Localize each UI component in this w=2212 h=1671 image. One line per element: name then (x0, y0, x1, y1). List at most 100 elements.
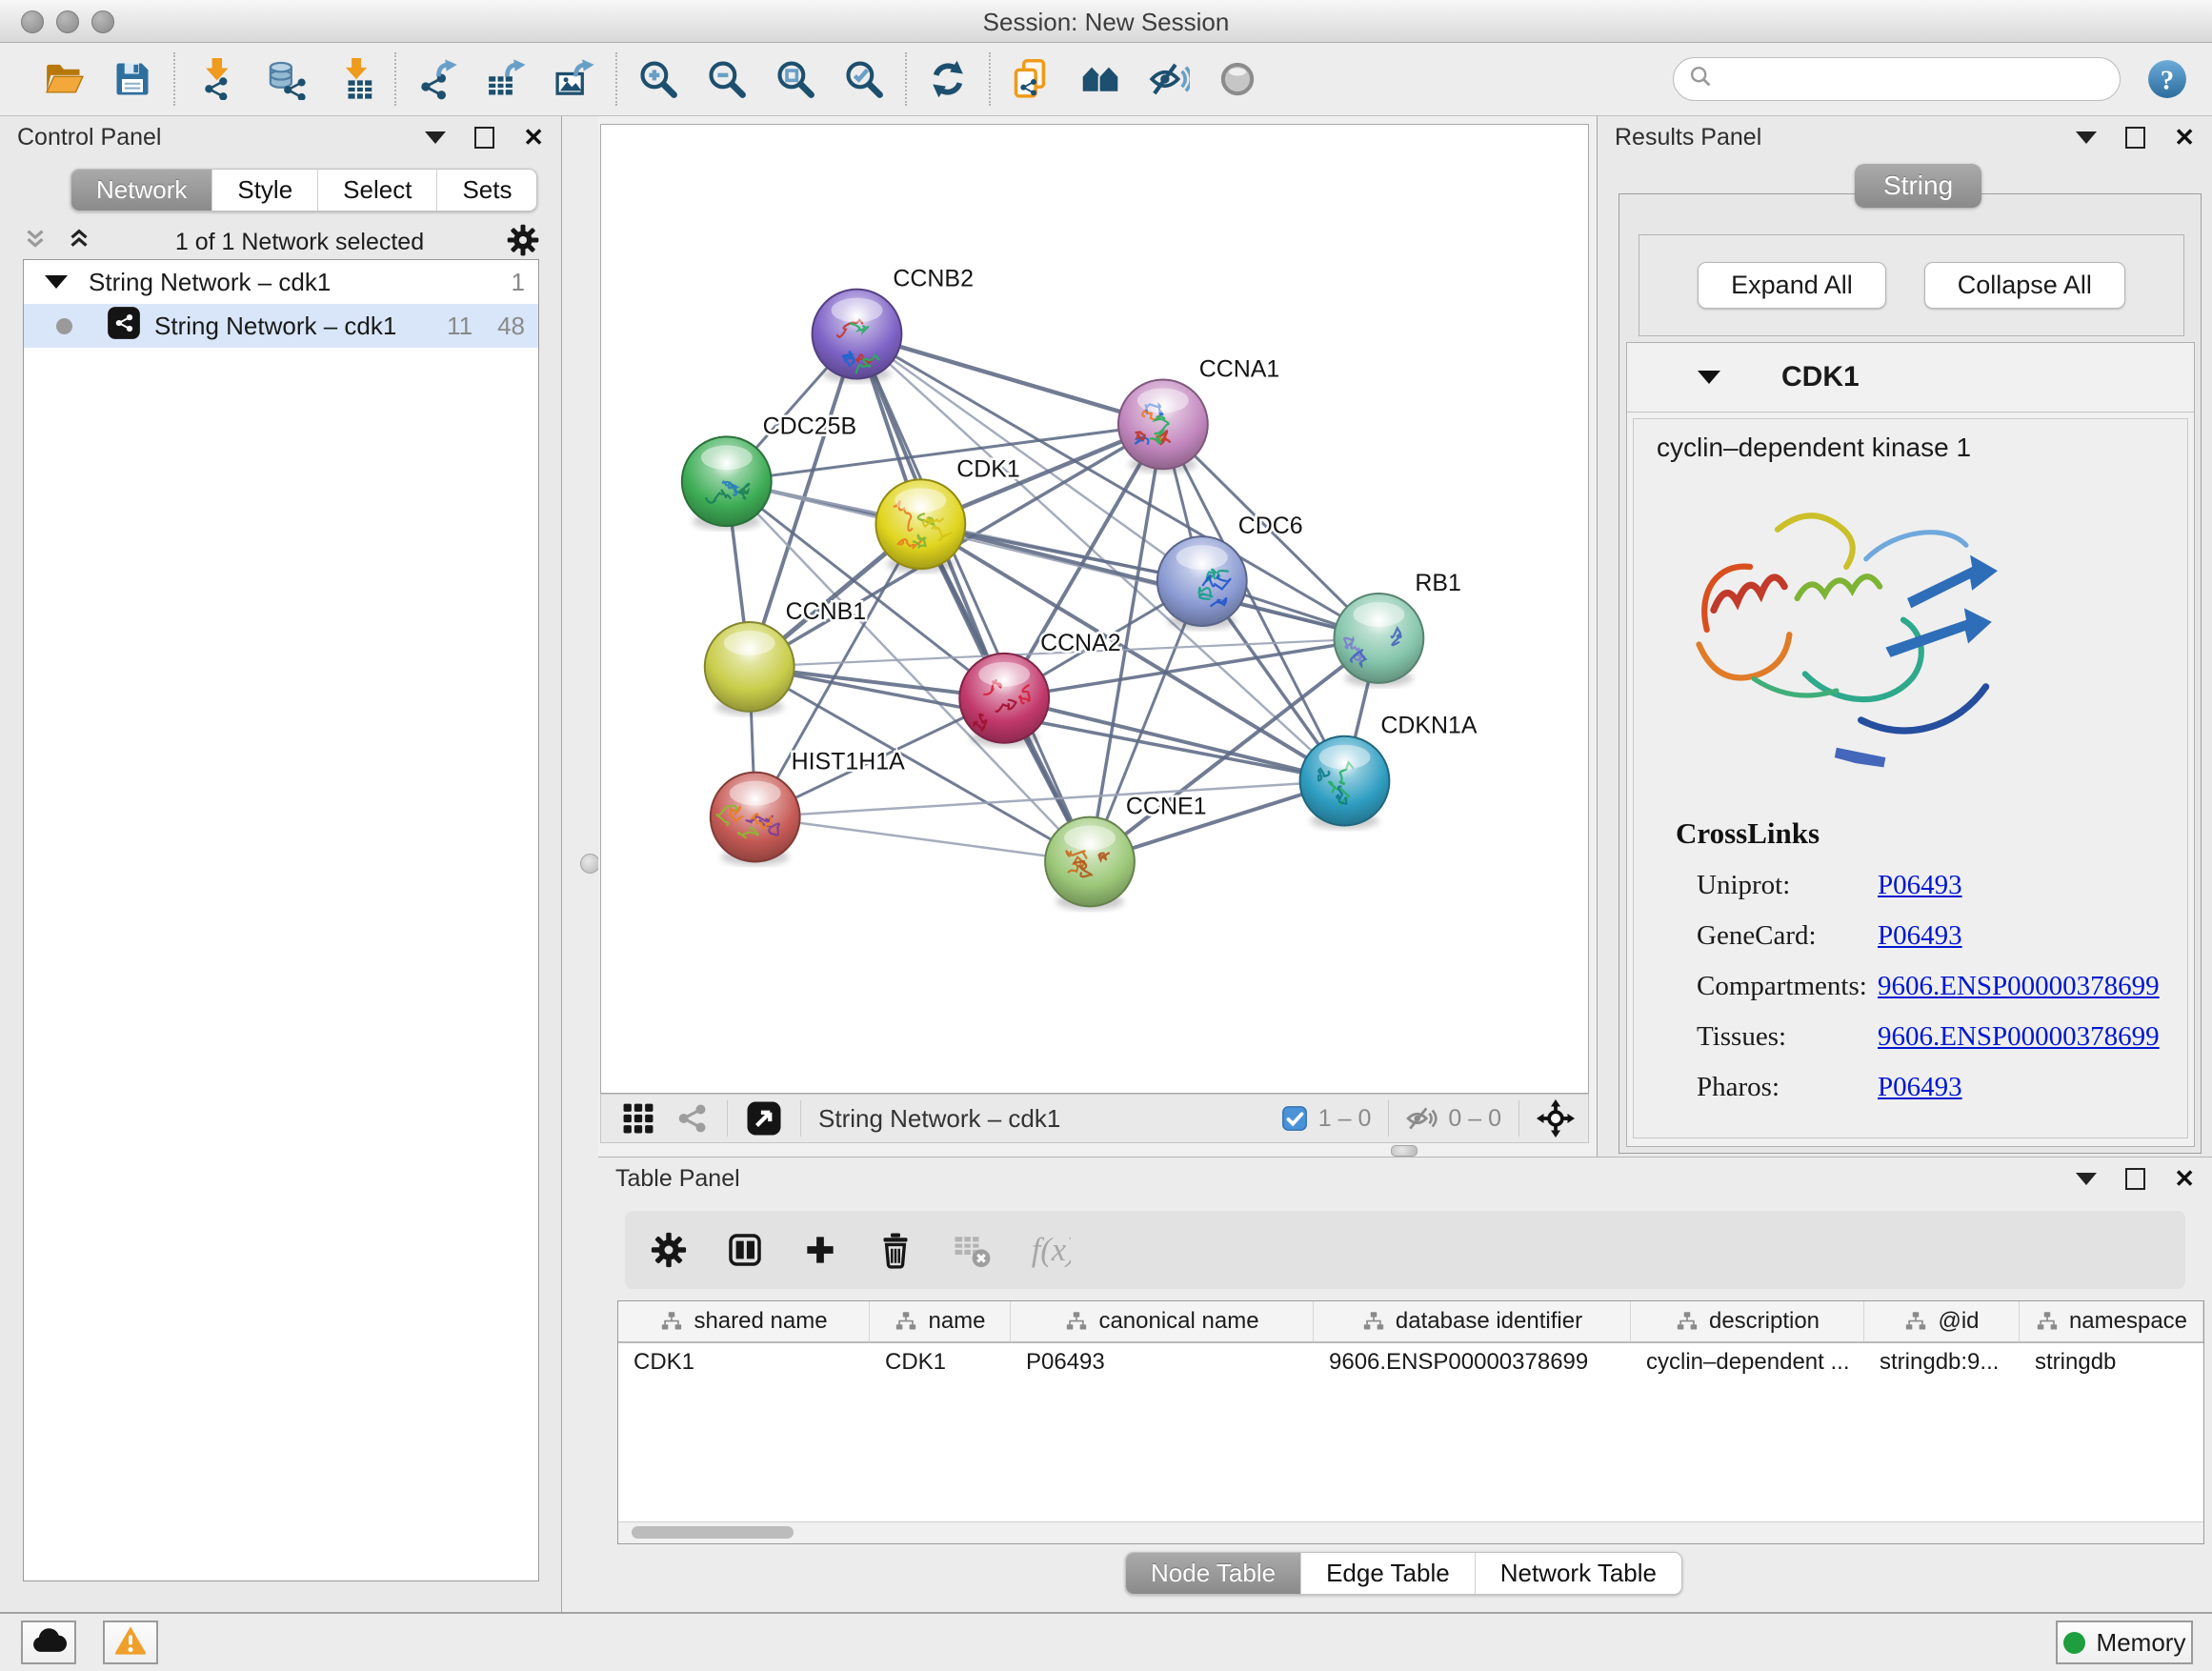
panel-close-icon[interactable]: ✕ (2174, 125, 2195, 150)
tab-sets[interactable]: Sets (436, 170, 536, 211)
network-edge[interactable] (856, 334, 1162, 425)
scrollbar-thumb[interactable] (632, 1526, 794, 1539)
import-network-button[interactable] (194, 57, 238, 101)
create-column-button[interactable] (802, 1232, 838, 1268)
table-row[interactable]: CDK1CDK1P064939606.ENSP00000378699cyclin… (618, 1343, 2203, 1381)
detach-network-view-button[interactable] (745, 1099, 783, 1137)
zoom-out-button[interactable] (705, 57, 749, 101)
expand-all-icon[interactable] (65, 226, 93, 259)
horizontal-splitter[interactable] (598, 1143, 1597, 1157)
import-table-button[interactable] (332, 57, 375, 101)
network-node-CDK1[interactable] (875, 479, 965, 573)
column-header-name[interactable]: name (870, 1301, 1011, 1341)
network-node-HIST1H1A[interactable] (711, 773, 800, 866)
network-node-CDC6[interactable] (1157, 536, 1247, 630)
network-row[interactable]: String Network – cdk1 11 48 (24, 304, 538, 348)
delete-columns-button[interactable] (876, 1231, 915, 1269)
column-header-database-identifier[interactable]: database identifier (1314, 1301, 1631, 1341)
control-panel-header: Control Panel ✕ (0, 116, 561, 158)
birds-eye-grid-button[interactable] (620, 1100, 656, 1137)
selected-items-checkbox[interactable] (1280, 1104, 1309, 1133)
collection-expand-icon[interactable] (45, 275, 68, 289)
network-list-options-gear-icon[interactable] (506, 223, 540, 262)
expand-all-button[interactable]: Expand All (1698, 262, 1886, 309)
network-canvas[interactable]: CCNB2CCNA1CDC25BCDK1CDC6RB1CCNB1CCNA2CDK… (600, 124, 1589, 1094)
column-header-canonical-name[interactable]: canonical name (1011, 1301, 1314, 1341)
export-table-button[interactable] (484, 57, 528, 101)
left-splitter-handle[interactable] (580, 854, 600, 874)
network-node-CCNB1[interactable] (705, 622, 794, 715)
tab-select[interactable]: Select (317, 170, 436, 211)
column-header--id[interactable]: @id (1864, 1301, 2020, 1341)
zoom-in-button[interactable] (636, 57, 680, 101)
network-edge[interactable] (856, 334, 1090, 862)
hide-flagged-button[interactable] (1147, 57, 1191, 101)
node-label-CCNE1: CCNE1 (1126, 794, 1207, 820)
show-columns-button[interactable] (726, 1231, 764, 1269)
tab-node-table[interactable]: Node Table (1126, 1553, 1300, 1594)
panel-float-icon[interactable] (474, 127, 494, 149)
zoom-fit-button[interactable] (774, 57, 817, 101)
network-collection-row[interactable]: String Network – cdk1 1 (24, 260, 538, 304)
open-file-button[interactable] (42, 57, 86, 101)
export-image-button[interactable] (553, 57, 596, 101)
memory-button[interactable]: Memory (2056, 1621, 2193, 1664)
panel-menu-icon[interactable] (425, 131, 446, 144)
column-type-icon (1675, 1309, 1699, 1334)
column-type-icon (1064, 1309, 1089, 1334)
warnings-button[interactable] (103, 1621, 158, 1664)
panel-close-icon[interactable]: ✕ (2174, 1166, 2195, 1191)
clone-network-button[interactable] (1010, 57, 1054, 101)
network-node-CDKN1A[interactable] (1300, 736, 1390, 830)
tab-style[interactable]: Style (211, 170, 317, 211)
import-database-button[interactable] (263, 57, 307, 101)
column-label: namespace (2069, 1308, 2187, 1335)
column-header-namespace[interactable]: namespace (2020, 1301, 2203, 1341)
network-node-CCNE1[interactable] (1045, 817, 1135, 911)
column-header-shared-name[interactable]: shared name (618, 1301, 870, 1341)
network-node-CDC25B[interactable] (682, 436, 772, 530)
collapse-all-button[interactable]: Collapse All (1924, 262, 2125, 309)
zoom-selected-button[interactable] (842, 57, 886, 101)
tab-edge-table[interactable]: Edge Table (1300, 1553, 1475, 1594)
crosslink-link[interactable]: 9606.ENSP00000378699 (1878, 1021, 2160, 1052)
network-node-CCNA2[interactable] (959, 654, 1049, 747)
entry-collapse-icon[interactable] (1698, 371, 1720, 384)
search-box[interactable] (1673, 57, 2121, 101)
table-settings-button[interactable] (650, 1231, 688, 1269)
table-horizontal-scrollbar[interactable] (618, 1521, 2203, 1543)
crosslink-link[interactable]: P06493 (1878, 1072, 1962, 1102)
save-session-button[interactable] (111, 57, 154, 101)
crosslink-row: GeneCard:P06493 (1651, 920, 2170, 952)
window-title: Session: New Session (0, 8, 2212, 37)
graphics-details-button[interactable] (1078, 57, 1122, 101)
refresh-network-button[interactable] (926, 57, 970, 101)
cloud-services-button[interactable] (21, 1621, 76, 1664)
help-button[interactable]: ? (2145, 57, 2189, 101)
panel-close-icon[interactable]: ✕ (523, 125, 544, 150)
crosslink-link[interactable]: P06493 (1878, 920, 1962, 951)
network-overview-button[interactable] (674, 1100, 710, 1137)
panel-menu-icon[interactable] (2076, 1173, 2097, 1185)
collapse-all-icon[interactable] (21, 226, 50, 259)
panel-menu-icon[interactable] (2076, 131, 2097, 144)
network-edge[interactable] (920, 524, 1378, 638)
tab-network-table[interactable]: Network Table (1475, 1553, 1681, 1594)
node-entry-header[interactable]: CDK1 (1627, 343, 2194, 413)
panel-float-icon[interactable] (2125, 1168, 2145, 1190)
tab-network[interactable]: Network (71, 170, 211, 211)
crosslink-link[interactable]: 9606.ENSP00000378699 (1878, 971, 2160, 1001)
fit-selected-button[interactable] (1537, 1099, 1575, 1137)
export-network-button[interactable] (415, 57, 459, 101)
network-node-CCNA1[interactable] (1118, 379, 1208, 473)
tab-string[interactable]: String (1855, 164, 1981, 208)
search-input[interactable] (1716, 65, 2106, 93)
horizontal-splitter-handle[interactable] (1391, 1145, 1418, 1157)
network-edge[interactable] (755, 817, 1090, 862)
panel-float-icon[interactable] (2125, 127, 2145, 149)
current-network-label: String Network – cdk1 (818, 1104, 1060, 1134)
column-header-description[interactable]: description (1631, 1301, 1864, 1341)
network-node-RB1[interactable] (1335, 594, 1424, 687)
crosslink-link[interactable]: P06493 (1878, 870, 1962, 900)
show-flagged-button[interactable] (1216, 57, 1259, 101)
